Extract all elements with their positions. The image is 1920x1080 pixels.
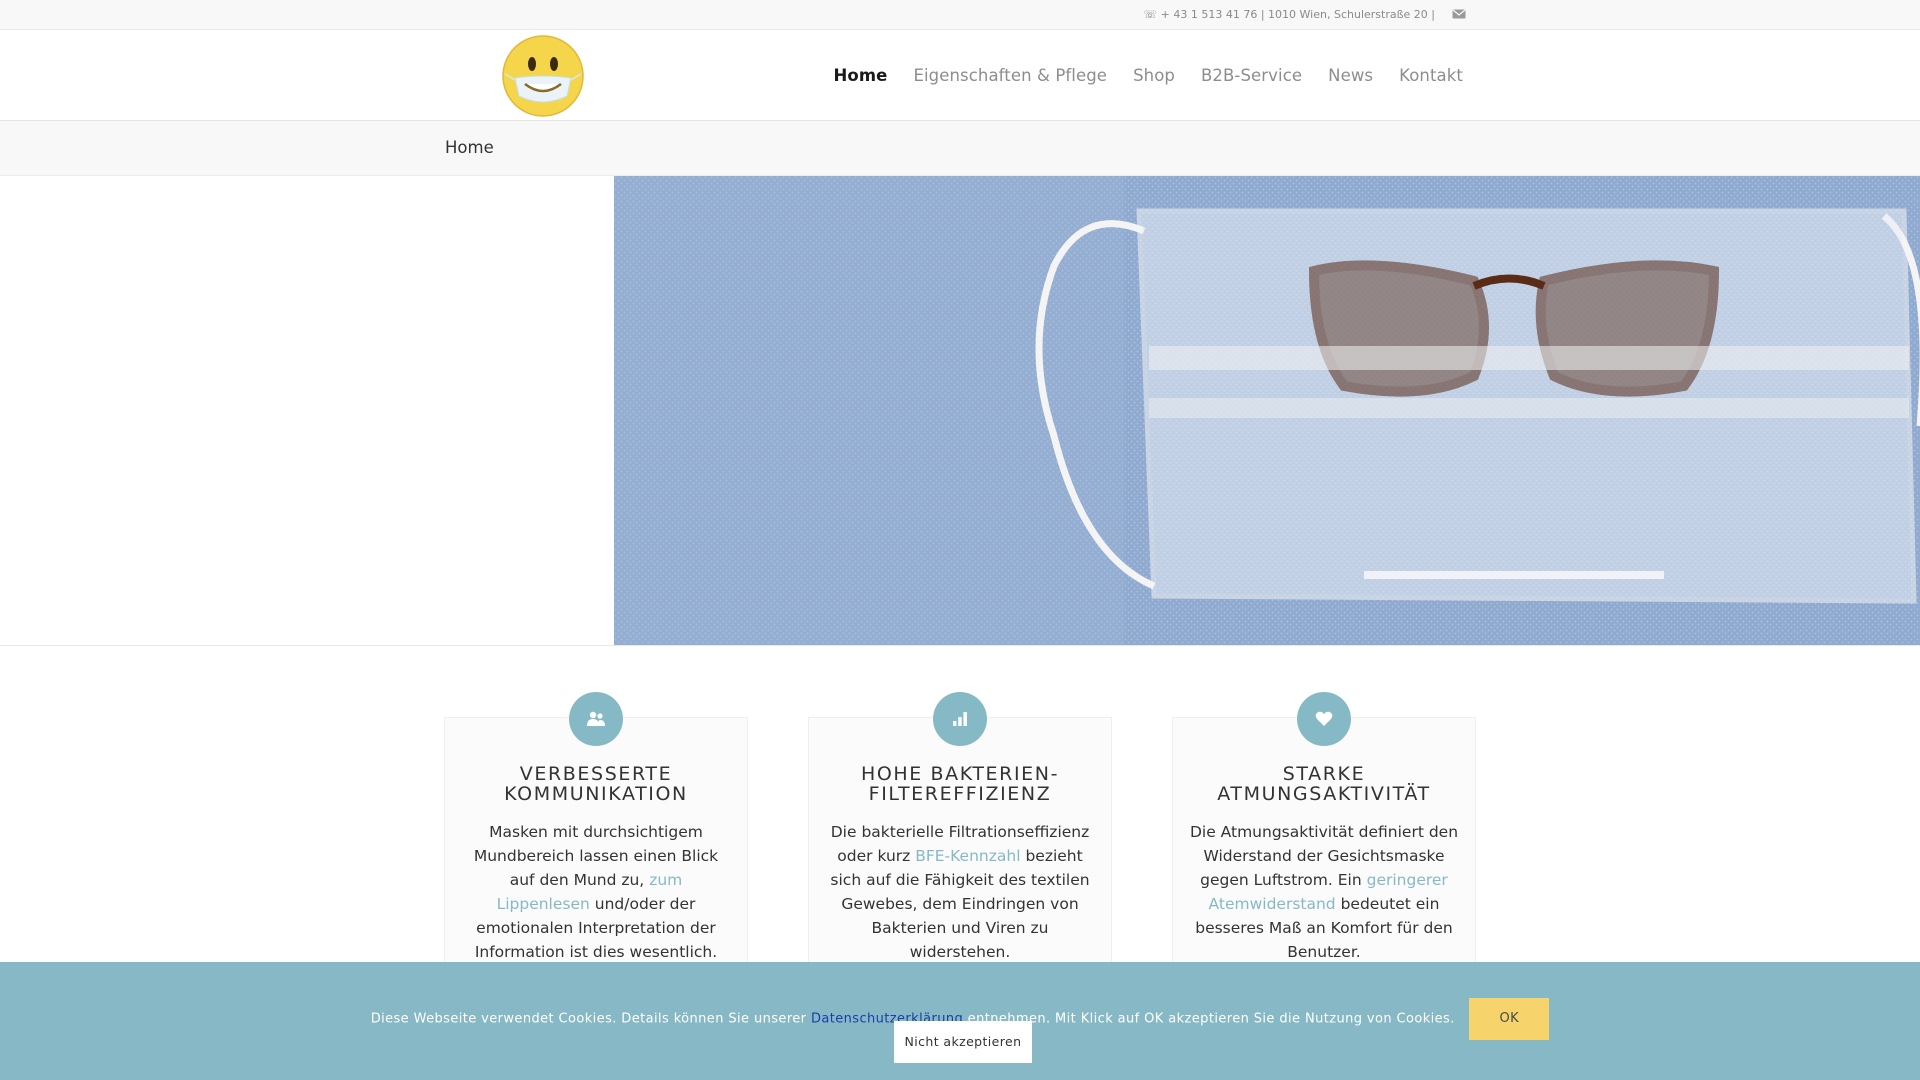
nav-news[interactable]: News bbox=[1328, 66, 1373, 85]
nav-b2b-service[interactable]: B2B-Service bbox=[1201, 66, 1302, 85]
link-bfe-kennzahl[interactable]: BFE-Kennzahl bbox=[915, 847, 1020, 865]
bar-chart-icon bbox=[933, 692, 987, 746]
mask-with-glasses-illustration bbox=[614, 176, 1920, 646]
page-title-bar: Home bbox=[0, 121, 1920, 176]
nav-eigenschaften-pflege[interactable]: Eigenschaften & Pflege bbox=[913, 66, 1107, 85]
main-navigation: Home Eigenschaften & Pflege Shop B2B-Ser… bbox=[808, 30, 1463, 120]
cookie-ok-button[interactable]: OK bbox=[1469, 998, 1550, 1040]
top-info-bar: ☏ + 43 1 513 41 76 | 1010 Wien, Schulers… bbox=[0, 0, 1920, 30]
hero-image bbox=[614, 176, 1920, 646]
site-header: Home Eigenschaften & Pflege Shop B2B-Ser… bbox=[0, 30, 1920, 121]
feature-title-kommunikation: VERBESSERTE KOMMUNIKATION bbox=[504, 763, 688, 805]
feature-title-bakterienfilter: HOHE BAKTERIEN- FILTEREFFIZIENZ bbox=[860, 763, 1060, 805]
cookie-banner: Diese Webseite verwendet Cookies. Detail… bbox=[0, 962, 1920, 1080]
nav-shop[interactable]: Shop bbox=[1133, 66, 1175, 85]
hero-divider bbox=[0, 645, 1920, 646]
feature-text-atmungsaktivitaet: Die Atmungsaktivität definiert den Wider… bbox=[1189, 823, 1459, 961]
cookie-decline-button[interactable]: Nicht akzeptieren bbox=[894, 1021, 1032, 1063]
feature-text-kommunikation: Masken mit durchsichtigem Mundbereich la… bbox=[473, 823, 719, 961]
hero-blank-area bbox=[0, 176, 614, 646]
contact-info: ☏ + 43 1 513 41 76 | 1010 Wien, Schulers… bbox=[1143, 8, 1435, 21]
envelope-icon[interactable] bbox=[1452, 9, 1466, 19]
feature-text-bakterienfilter: Die bakterielle Filtrationseffizienz ode… bbox=[830, 823, 1090, 961]
feature-title-atmungsaktivitaet: STARKE ATMUNGSAKTIVITÄT bbox=[1217, 763, 1431, 805]
nav-kontakt[interactable]: Kontakt bbox=[1399, 66, 1463, 85]
smiley-mask-logo[interactable] bbox=[501, 34, 585, 118]
page-title: Home bbox=[445, 138, 494, 157]
heart-icon bbox=[1297, 692, 1351, 746]
nav-home[interactable]: Home bbox=[834, 66, 888, 85]
users-icon bbox=[569, 692, 623, 746]
